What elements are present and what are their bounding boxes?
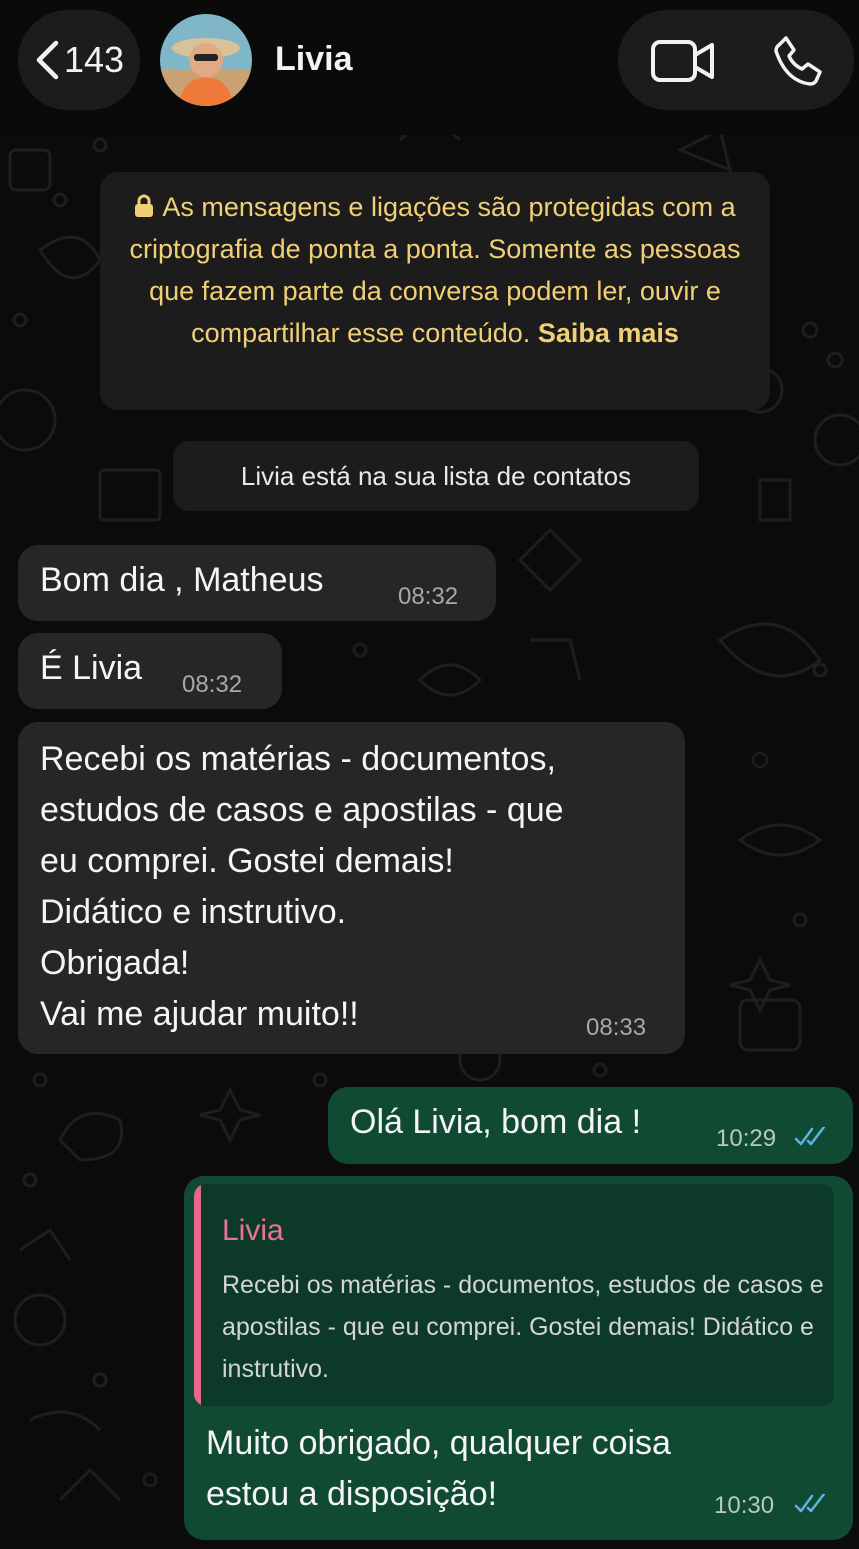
contact-notice: Livia está na sua lista de contatos xyxy=(173,441,699,511)
message-text: Recebi os matérias - documentos, estudos… xyxy=(40,740,564,1033)
video-call-icon[interactable] xyxy=(650,38,716,84)
quoted-message[interactable]: Livia Recebi os matérias - documentos, e… xyxy=(194,1184,834,1406)
message-time: 08:32 xyxy=(398,583,459,610)
message-time: 08:33 xyxy=(586,1014,647,1041)
contact-name[interactable]: Livia xyxy=(275,40,352,79)
phone-call-icon[interactable] xyxy=(772,34,824,86)
quote-text: Recebi os matérias - documentos, estudos… xyxy=(222,1271,824,1383)
encryption-notice[interactable]: As mensagens e ligações são protegidas c… xyxy=(100,172,770,410)
message-text: Bom dia , Matheus xyxy=(40,561,324,599)
incoming-message[interactable]: É Livia 08:32 xyxy=(18,633,282,709)
quote-accent-bar xyxy=(194,1184,201,1406)
outgoing-message[interactable]: Olá Livia, bom dia ! 10:29 xyxy=(328,1087,853,1164)
message-time: 10:29 xyxy=(716,1125,777,1152)
outgoing-message[interactable]: Livia Recebi os matérias - documentos, e… xyxy=(184,1176,853,1540)
quote-author: Livia xyxy=(222,1214,284,1247)
learn-more-link[interactable]: Saiba mais xyxy=(538,318,679,348)
message-text: É Livia xyxy=(40,649,143,687)
back-button[interactable]: 143 xyxy=(18,10,140,110)
incoming-message[interactable]: Bom dia , Matheus 08:32 xyxy=(18,545,496,621)
message-text: Olá Livia, bom dia ! xyxy=(350,1103,642,1141)
read-ticks-icon xyxy=(794,1494,826,1513)
lock-icon xyxy=(135,194,154,217)
message-time: 08:32 xyxy=(182,671,243,698)
message-text: Muito obrigado, qualquer coisa estou a d… xyxy=(206,1424,671,1513)
message-time: 10:30 xyxy=(714,1492,775,1519)
unread-count: 143 xyxy=(63,39,125,80)
back-chevron-icon xyxy=(36,40,59,80)
contact-avatar[interactable] xyxy=(160,14,252,106)
incoming-message[interactable]: Recebi os matérias - documentos, estudos… xyxy=(18,722,685,1054)
chat-header: 143 Livia xyxy=(0,0,859,135)
read-ticks-icon xyxy=(794,1127,826,1146)
